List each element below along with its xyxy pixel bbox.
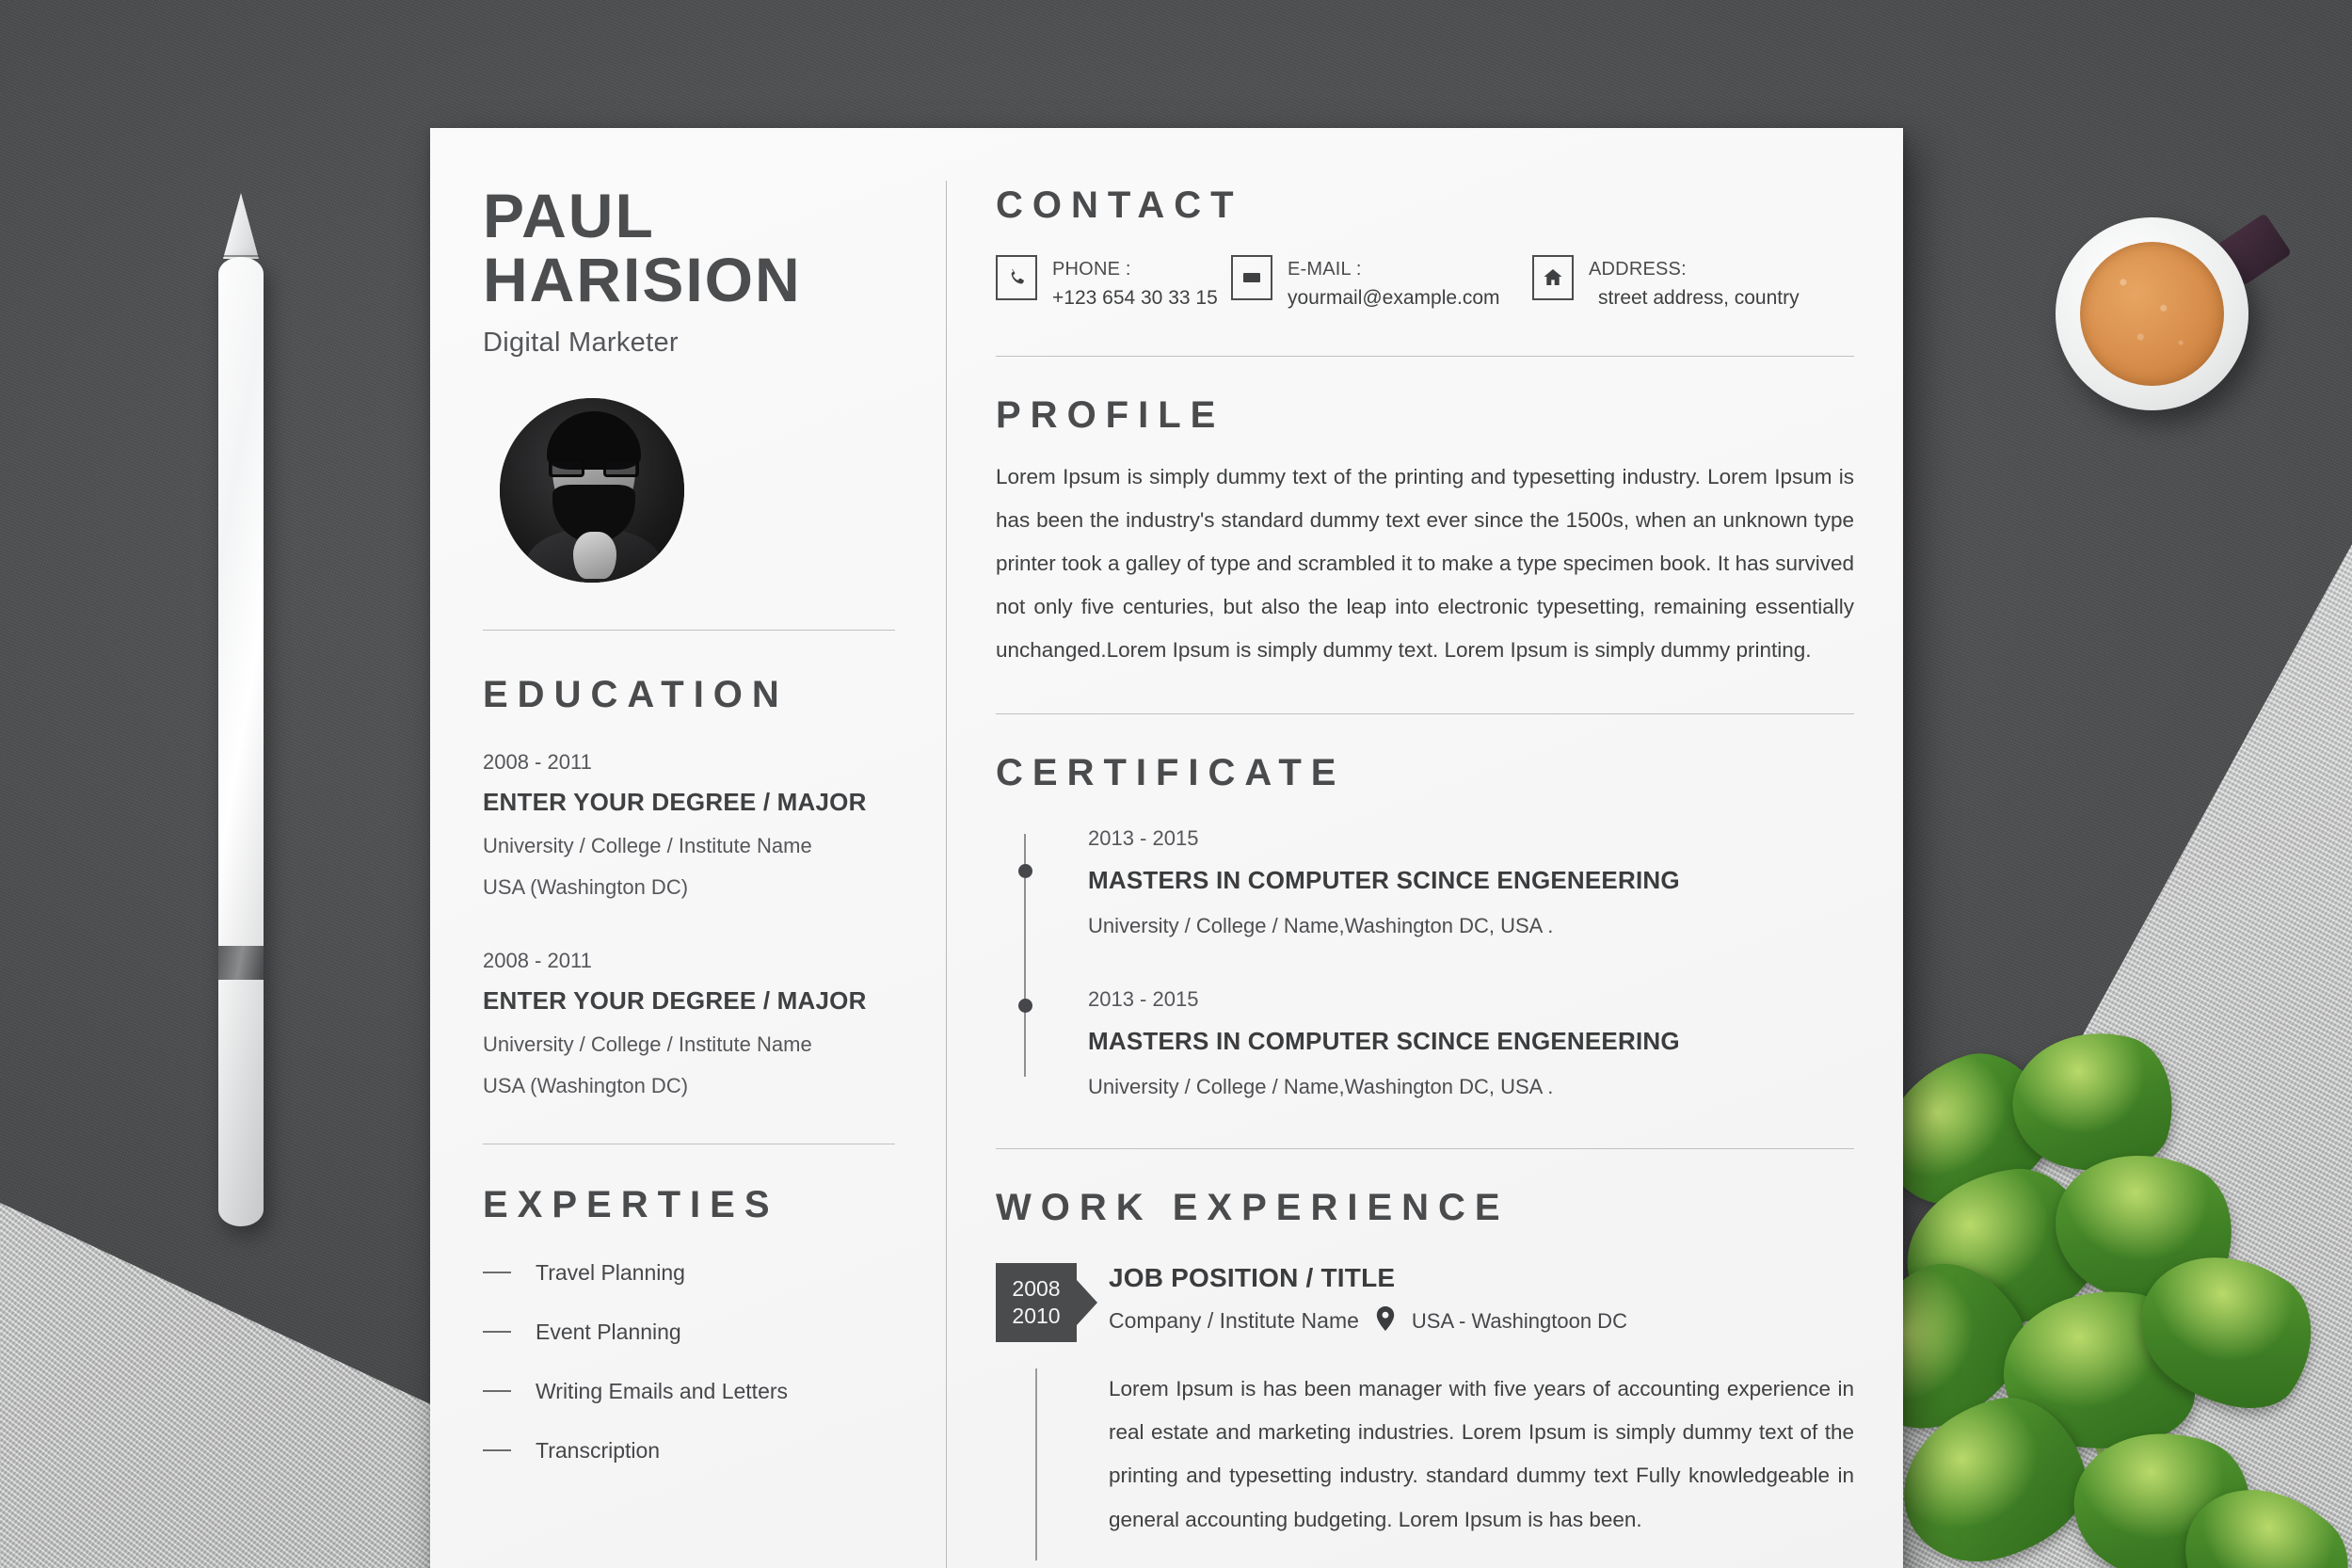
contact-label: E-MAIL : xyxy=(1288,259,1362,280)
contact-label: ADDRESS: xyxy=(1589,259,1687,280)
job-title: JOB POSITION / TITLE xyxy=(1109,1263,1396,1293)
dash-icon xyxy=(483,1449,511,1452)
contact-value: street address, country xyxy=(1598,287,1800,309)
profile-body: Lorem Ipsum is simply dummy text of the … xyxy=(996,464,1854,663)
first-name: PAUL xyxy=(483,181,655,250)
education-location: USA (Washington DC) xyxy=(483,874,689,899)
education-entry: 2008 - 2011 ENTER YOUR DEGREE / MAJOR Un… xyxy=(483,949,903,1098)
certificate-years: 2013 - 2015 xyxy=(1088,987,1199,1012)
avatar xyxy=(500,397,684,583)
education-years: 2008 - 2011 xyxy=(483,948,592,972)
list-item: Writing Emails and Letters xyxy=(483,1379,903,1404)
stylus-tip xyxy=(223,193,259,259)
contact-value: yourmail@example.com xyxy=(1288,287,1500,309)
coffee-cup xyxy=(2056,208,2293,415)
stylus-band xyxy=(218,946,264,980)
certificate-institute: University / College / Name,Washington D… xyxy=(1088,914,1554,938)
work-year-end: 2010 xyxy=(1012,1304,1061,1329)
certificate-name: MASTERS IN COMPUTER SCINCE ENGENEERING xyxy=(1088,1027,1680,1056)
job-company: Company / Institute Name xyxy=(1109,1308,1359,1334)
divider xyxy=(996,355,1854,357)
list-item: Event Planning xyxy=(483,1320,903,1345)
name-block: PAUL HARISION Digital Marketer xyxy=(483,184,903,359)
profile-heading: PROFILE xyxy=(996,393,1225,436)
job-role-subtitle: Digital Marketer xyxy=(483,327,679,358)
dash-icon xyxy=(483,1272,511,1274)
education-location: USA (Washington DC) xyxy=(483,1073,689,1097)
envelope-icon xyxy=(1231,255,1272,300)
certificate-institute: University / College / Name,Washington D… xyxy=(1088,1075,1554,1099)
experties-label: Transcription xyxy=(536,1437,661,1463)
last-name: HARISION xyxy=(483,244,802,314)
certificate-years: 2013 - 2015 xyxy=(1088,826,1199,851)
experties-label: Writing Emails and Letters xyxy=(536,1378,789,1403)
coffee-crema xyxy=(2080,242,2224,386)
potted-plant xyxy=(1824,1013,2352,1568)
avatar-hands xyxy=(573,531,616,579)
education-heading: EDUCATION xyxy=(483,673,789,715)
work-year-start: 2008 xyxy=(1012,1275,1061,1301)
work-experience-section: WORK EXPERIENCE 2008 2010 JOB POSITION /… xyxy=(996,1187,1854,1560)
certificate-name: MASTERS IN COMPUTER SCINCE ENGENEERING xyxy=(1088,866,1680,895)
certificate-entry: 2013 - 2015 MASTERS IN COMPUTER SCINCE E… xyxy=(1018,987,1854,1099)
education-degree: ENTER YOUR DEGREE / MAJOR xyxy=(483,985,867,1015)
experties-label: Travel Planning xyxy=(536,1259,685,1285)
badge-arrow-icon xyxy=(1077,1280,1097,1326)
contact-text: PHONE : +123 654 30 33 15 xyxy=(1052,255,1218,314)
divider xyxy=(996,1148,1854,1150)
contact-item-phone: PHONE : +123 654 30 33 15 xyxy=(996,255,1231,314)
contact-item-address: ADDRESS: street address, country xyxy=(1532,255,1800,314)
resume-left-column: PAUL HARISION Digital Marketer EDUCATION xyxy=(430,128,946,1568)
stylus-pencil xyxy=(218,193,264,1228)
education-section: EDUCATION 2008 - 2011 ENTER YOUR DEGREE … xyxy=(483,674,903,1098)
timeline-dot-icon xyxy=(1018,999,1032,1014)
certificate-section: CERTIFICATE 2013 - 2015 MASTERS IN COMPU… xyxy=(996,752,1854,1099)
education-degree: ENTER YOUR DEGREE / MAJOR xyxy=(483,787,867,816)
job-meta: Company / Institute Name USA - Washingto… xyxy=(1109,1306,1854,1336)
profile-section: PROFILE Lorem Ipsum is simply dummy text… xyxy=(996,394,1854,673)
timeline-rail xyxy=(1035,1368,1037,1560)
desk-scene: PAUL HARISION Digital Marketer EDUCATION xyxy=(0,0,2352,1568)
dash-icon xyxy=(483,1390,511,1393)
timeline-dot-icon xyxy=(1018,864,1032,879)
contact-section: CONTACT PHONE : +123 654 30 33 15 E-MAIL… xyxy=(996,184,1854,314)
experties-section: EXPERTIES Travel Planning Event Planning… xyxy=(483,1184,903,1464)
date-badge: 2008 2010 xyxy=(996,1263,1097,1343)
job-location: USA - Washingtoon DC xyxy=(1411,1308,1627,1333)
resume-document: PAUL HARISION Digital Marketer EDUCATION xyxy=(430,128,1903,1568)
list-item: Travel Planning xyxy=(483,1260,903,1286)
map-pin-icon xyxy=(1376,1306,1395,1336)
stylus-body xyxy=(218,257,264,1226)
contact-value: +123 654 30 33 15 xyxy=(1052,287,1218,309)
contact-row: PHONE : +123 654 30 33 15 E-MAIL: yourm… xyxy=(996,255,1854,314)
home-icon xyxy=(1532,255,1574,300)
experties-heading: EXPERTIES xyxy=(483,1183,779,1225)
page-title: PAUL HARISION xyxy=(483,184,903,312)
contact-item-email: E-MAIL : yourmail@example.com xyxy=(1231,255,1532,314)
list-item: Transcription xyxy=(483,1438,903,1464)
certificate-timeline: 2013 - 2015 MASTERS IN COMPUTER SCINCE E… xyxy=(996,826,1854,1099)
resume-right-column: CONTACT PHONE : +123 654 30 33 15 E-MAIL… xyxy=(947,128,1903,1568)
contact-text: ADDRESS: street address, country xyxy=(1589,255,1800,314)
certificate-entry: 2013 - 2015 MASTERS IN COMPUTER SCINCE E… xyxy=(1018,826,1854,938)
work-experience-entry: 2008 2010 JOB POSITION / TITLE Company /… xyxy=(996,1263,1854,1560)
education-institute: University / College / Institute Name xyxy=(483,1032,812,1056)
job-description: Lorem Ipsum is has been manager with fiv… xyxy=(1109,1377,1854,1531)
contact-text: E-MAIL : yourmail@example.com xyxy=(1288,255,1500,314)
certificate-heading: CERTIFICATE xyxy=(996,752,1346,794)
phone-icon xyxy=(996,255,1037,300)
glasses-icon xyxy=(549,457,639,477)
education-entry: 2008 - 2011 ENTER YOUR DEGREE / MAJOR Un… xyxy=(483,750,903,900)
work-experience-heading: WORK EXPERIENCE xyxy=(996,1187,1510,1229)
divider xyxy=(996,713,1854,715)
contact-label: PHONE : xyxy=(1052,259,1131,280)
education-years: 2008 - 2011 xyxy=(483,749,592,774)
dash-icon xyxy=(483,1331,511,1334)
divider xyxy=(483,629,895,631)
education-institute: University / College / Institute Name xyxy=(483,833,812,857)
experties-label: Event Planning xyxy=(536,1319,681,1344)
contact-heading: CONTACT xyxy=(996,184,1243,226)
